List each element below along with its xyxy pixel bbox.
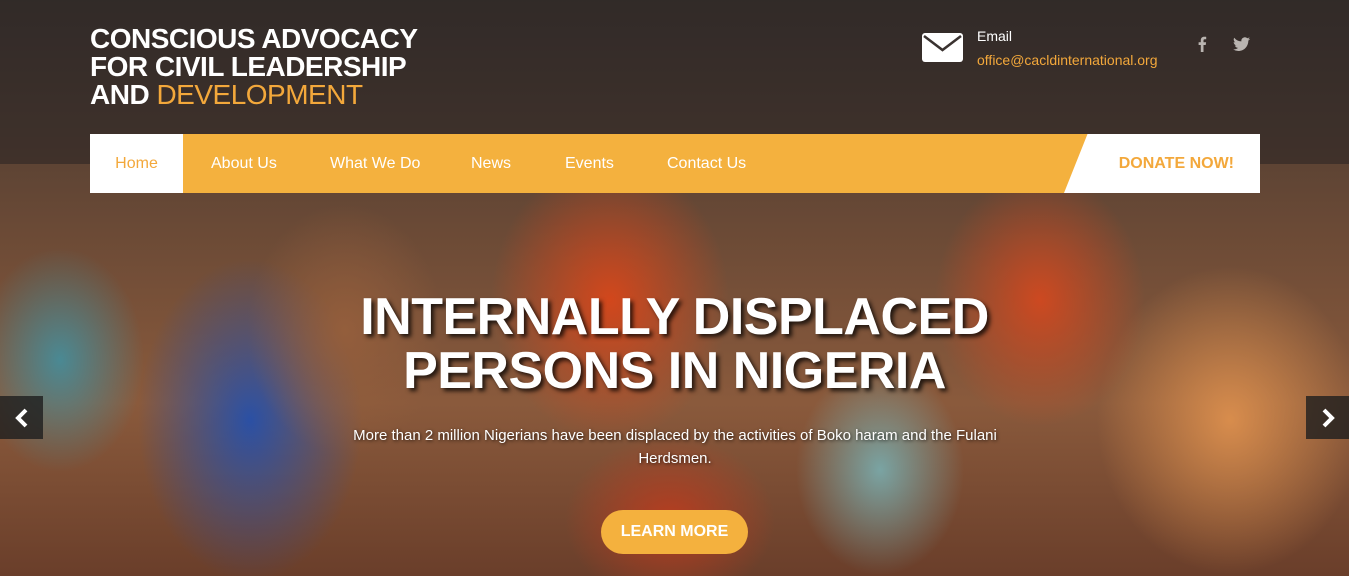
hero-title-line-1: INTERNALLY DISPLACED	[360, 288, 989, 346]
nav-item-home[interactable]: Home	[90, 134, 183, 193]
nav-item-about-us[interactable]: About Us	[211, 134, 277, 193]
envelope-icon	[922, 33, 963, 62]
hero-title: INTERNALLY DISPLACED PERSONS IN NIGERIA	[0, 290, 1349, 398]
nav-item-contact-us[interactable]: Contact Us	[667, 134, 746, 193]
carousel-prev-button[interactable]	[0, 396, 43, 439]
chevron-right-icon	[1322, 408, 1335, 427]
logo-line-3-prefix: AND	[90, 79, 157, 110]
carousel-next-button[interactable]	[1306, 396, 1349, 439]
hero-title-line-2: PERSONS IN NIGERIA	[403, 342, 946, 400]
learn-more-button[interactable]: LEARN MORE	[601, 510, 748, 554]
chevron-left-icon	[14, 408, 27, 427]
nav-item-what-we-do[interactable]: What We Do	[330, 134, 420, 193]
facebook-icon[interactable]	[1196, 36, 1208, 52]
logo-line-3: AND DEVELOPMENT	[90, 81, 418, 109]
main-navigation: Home About Us What We Do News Events Con…	[90, 134, 1260, 193]
logo-line-1: CONSCIOUS ADVOCACY	[90, 23, 418, 54]
logo-accent: DEVELOPMENT	[156, 79, 363, 110]
logo-line-2: FOR CIVIL LEADERSHIP	[90, 51, 407, 82]
twitter-icon[interactable]	[1233, 36, 1250, 52]
donate-button[interactable]: DONATE NOW!	[1064, 134, 1260, 193]
site-logo[interactable]: CONSCIOUS ADVOCACY FOR CIVIL LEADERSHIP …	[90, 25, 418, 109]
email-label: Email	[977, 28, 1013, 44]
nav-item-news[interactable]: News	[471, 134, 511, 193]
nav-item-events[interactable]: Events	[565, 134, 614, 193]
email-link[interactable]: office@cacldinternational.org	[977, 52, 1158, 68]
hero-description: More than 2 million Nigerians have been …	[353, 427, 997, 467]
